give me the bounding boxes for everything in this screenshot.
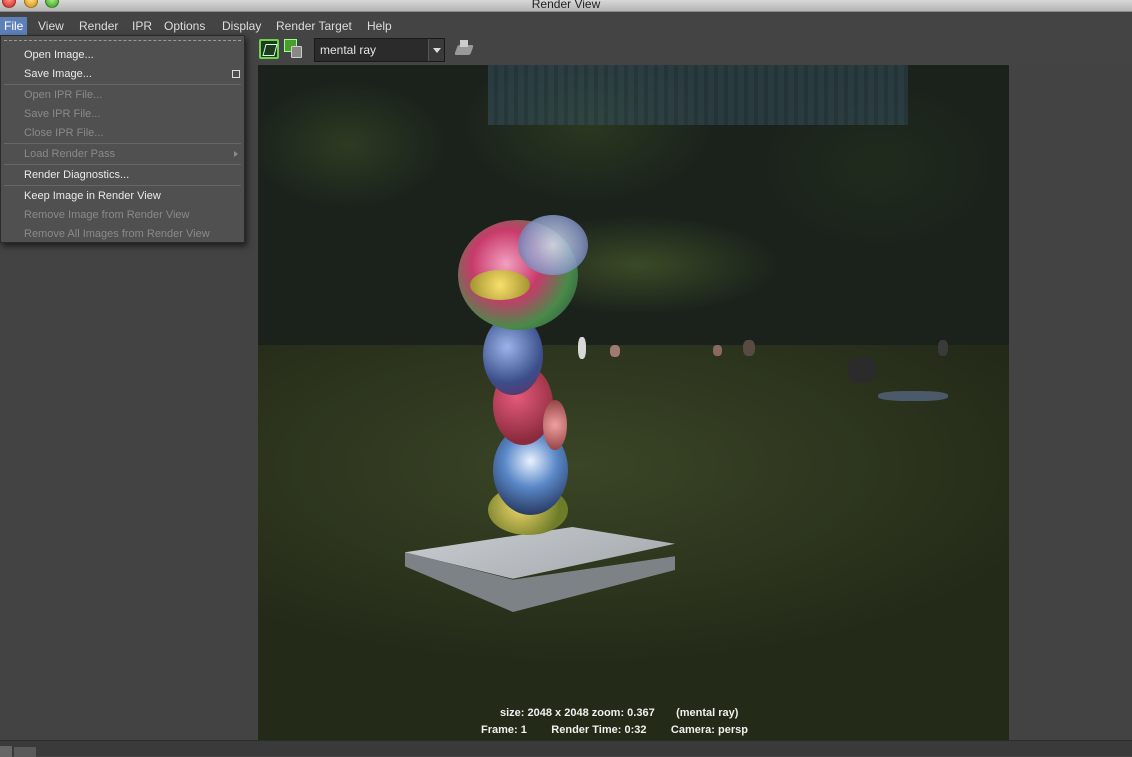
background-building [488, 65, 908, 125]
render-info-size: size: 2048 x 2048 zoom: 0.367 (mental ra… [500, 707, 739, 719]
sculpture-arm [543, 400, 567, 450]
menu-item-label: Open IPR File... [24, 89, 103, 101]
menu-item-open-image[interactable]: Open Image... [1, 46, 246, 65]
menu-item-label: Render Diagnostics... [24, 169, 130, 181]
sculpture-beak [470, 270, 530, 300]
menu-render[interactable]: Render [75, 17, 122, 35]
menu-item-close-ipr-file: Close IPR File... [1, 124, 246, 143]
menu-item-remove-all-images: Remove All Images from Render View [1, 225, 246, 244]
tear-off-line[interactable] [4, 40, 241, 41]
person-silhouette [938, 340, 948, 356]
remove-image-icon[interactable] [284, 39, 304, 59]
menu-item-label: Keep Image in Render View [24, 190, 161, 202]
menu-item-label: Open Image... [24, 49, 94, 61]
sculpture-crest [518, 215, 588, 275]
menu-separator [4, 185, 241, 186]
menu-bar: File View Render IPR Options Display Ren… [0, 17, 1132, 35]
menu-separator [4, 164, 241, 165]
menu-view[interactable]: View [34, 17, 68, 35]
menu-item-render-diagnostics[interactable]: Render Diagnostics... [1, 166, 246, 185]
menu-item-save-image[interactable]: Save Image... [1, 65, 246, 84]
title-bar: Render View [0, 0, 1132, 12]
render-settings-icon[interactable] [455, 40, 473, 58]
menu-separator [4, 84, 241, 85]
menu-item-label: Close IPR File... [24, 127, 104, 139]
person-silhouette [610, 345, 620, 357]
sculpture [448, 205, 608, 555]
menu-item-label: Save IPR File... [24, 108, 101, 120]
menu-display[interactable]: Display [218, 17, 265, 35]
menu-help[interactable]: Help [363, 17, 396, 35]
menu-ipr[interactable]: IPR [128, 17, 156, 35]
renderer-value: mental ray [320, 43, 377, 57]
render-image: size: 2048 x 2048 zoom: 0.367 (mental ra… [258, 65, 1009, 740]
file-menu-dropdown: Open Image... Save Image... Open IPR Fil… [0, 35, 245, 243]
menu-item-label: Remove All Images from Render View [24, 228, 210, 240]
person-silhouette [743, 340, 755, 356]
menu-item-label: Save Image... [24, 68, 92, 80]
person-silhouette [848, 357, 876, 383]
menu-separator [4, 143, 241, 144]
scroll-left-button[interactable] [0, 746, 12, 757]
snapshot-icon[interactable] [259, 39, 279, 59]
dropdown-arrow-icon[interactable] [428, 39, 444, 61]
menu-item-remove-image: Remove Image from Render View [1, 206, 246, 225]
menu-item-keep-image[interactable]: Keep Image in Render View [1, 187, 246, 206]
submenu-arrow-icon [234, 151, 238, 157]
window-title: Render View [531, 0, 601, 11]
renderer-select[interactable]: mental ray [314, 38, 445, 62]
menu-item-save-ipr-file: Save IPR File... [1, 105, 246, 124]
menu-options[interactable]: Options [160, 17, 209, 35]
menu-file[interactable]: File [0, 17, 28, 35]
person-silhouette [878, 391, 948, 401]
menu-item-load-render-pass: Load Render Pass [1, 145, 246, 164]
option-box-icon[interactable] [232, 70, 240, 78]
menu-item-label: Remove Image from Render View [24, 209, 190, 221]
horizontal-scrollbar[interactable] [0, 740, 1132, 757]
menu-render-target[interactable]: Render Target [272, 17, 356, 35]
menu-item-open-ipr-file: Open IPR File... [1, 86, 246, 105]
person-silhouette [713, 345, 722, 356]
menu-item-label: Load Render Pass [24, 148, 116, 160]
render-info-frame: Frame: 1 Render Time: 0:32 Camera: persp [481, 724, 748, 736]
